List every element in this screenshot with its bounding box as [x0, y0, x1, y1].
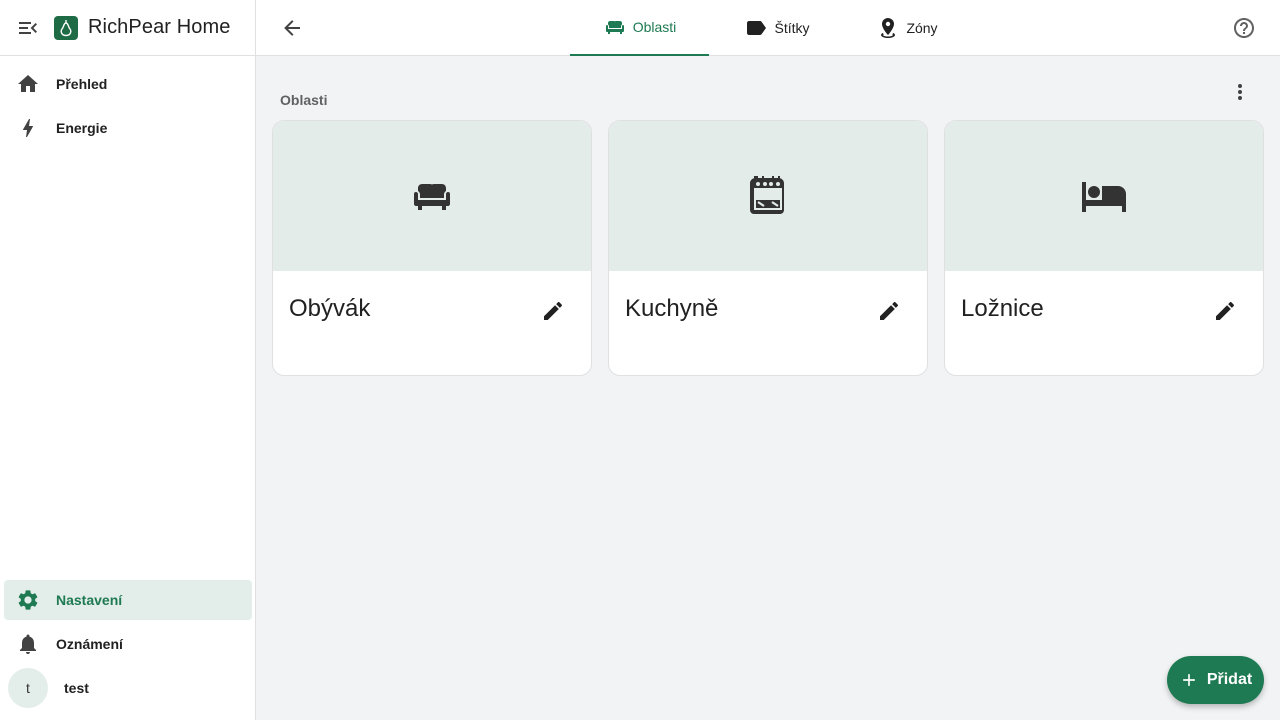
tab-oblasti[interactable]: Oblasti — [570, 0, 709, 56]
bed-icon — [1082, 182, 1126, 212]
map-marker-icon — [876, 16, 900, 40]
top-bar: Oblasti Štítky Zóny — [256, 0, 1280, 56]
home-icon — [16, 72, 40, 96]
area-card-obyvak[interactable]: Obývák — [272, 120, 592, 376]
sidebar-item-nastaveni[interactable]: Nastavení — [4, 580, 252, 620]
section-title: Oblasti — [280, 92, 328, 108]
tab-label: Štítky — [774, 20, 810, 36]
pear-logo-icon — [54, 15, 78, 40]
stove-icon — [750, 176, 784, 214]
edit-area-button[interactable] — [541, 299, 565, 323]
tab-label: Zóny — [906, 20, 938, 36]
area-name: Ložnice — [961, 295, 1044, 322]
tab-label: Oblasti — [632, 19, 677, 35]
dots-vertical-icon — [1238, 84, 1242, 100]
overflow-menu-button[interactable] — [1228, 80, 1252, 104]
sofa-icon — [414, 184, 450, 210]
area-card-media — [609, 121, 927, 271]
tab-zony[interactable]: Zóny — [862, 0, 952, 56]
gear-icon — [16, 588, 40, 612]
user-name: test — [64, 680, 89, 696]
edit-area-button[interactable] — [1213, 299, 1237, 323]
help-circle-icon — [1234, 18, 1254, 38]
lightning-bolt-icon — [16, 116, 40, 140]
avatar: t — [8, 668, 48, 708]
edit-area-button[interactable] — [877, 299, 901, 323]
pencil-icon — [880, 301, 899, 320]
menu-collapse-button[interactable] — [0, 0, 56, 56]
pencil-icon — [544, 301, 563, 320]
sidebar-item-label: Oznámení — [56, 636, 123, 652]
pencil-icon — [1216, 301, 1235, 320]
sidebar-header: RichPear Home — [0, 0, 255, 56]
sidebar-item-prehled[interactable]: Přehled — [4, 64, 252, 104]
sidebar-item-energie[interactable]: Energie — [4, 108, 252, 148]
tab-stitky[interactable]: Štítky — [732, 0, 822, 56]
plus-icon — [1179, 670, 1199, 690]
area-card-media — [945, 121, 1263, 271]
sidebar: RichPear Home Přehled Energie Nastavení … — [0, 0, 256, 720]
sidebar-item-label: Nastavení — [56, 592, 123, 608]
menu-collapse-icon — [19, 21, 37, 34]
area-name: Obývák — [289, 295, 371, 322]
area-name: Kuchyně — [625, 295, 719, 322]
sidebar-item-user[interactable]: t test — [4, 668, 252, 708]
app-title: RichPear Home — [88, 16, 231, 38]
area-card-media — [273, 121, 591, 271]
sofa-icon — [603, 15, 627, 39]
area-card-loznice[interactable]: Ložnice — [944, 120, 1264, 376]
bell-icon — [16, 632, 40, 656]
area-card-kuchyne[interactable]: Kuchyně — [608, 120, 928, 376]
sidebar-item-label: Energie — [56, 120, 108, 136]
arrow-left-icon — [284, 20, 300, 36]
help-button[interactable] — [1232, 16, 1256, 40]
label-icon — [744, 16, 768, 40]
sidebar-item-oznameni[interactable]: Oznámení — [4, 624, 252, 664]
back-button[interactable] — [276, 12, 308, 44]
add-area-button[interactable]: Přidat — [1167, 656, 1264, 704]
add-button-label: Přidat — [1206, 671, 1253, 688]
sidebar-item-label: Přehled — [56, 76, 108, 92]
